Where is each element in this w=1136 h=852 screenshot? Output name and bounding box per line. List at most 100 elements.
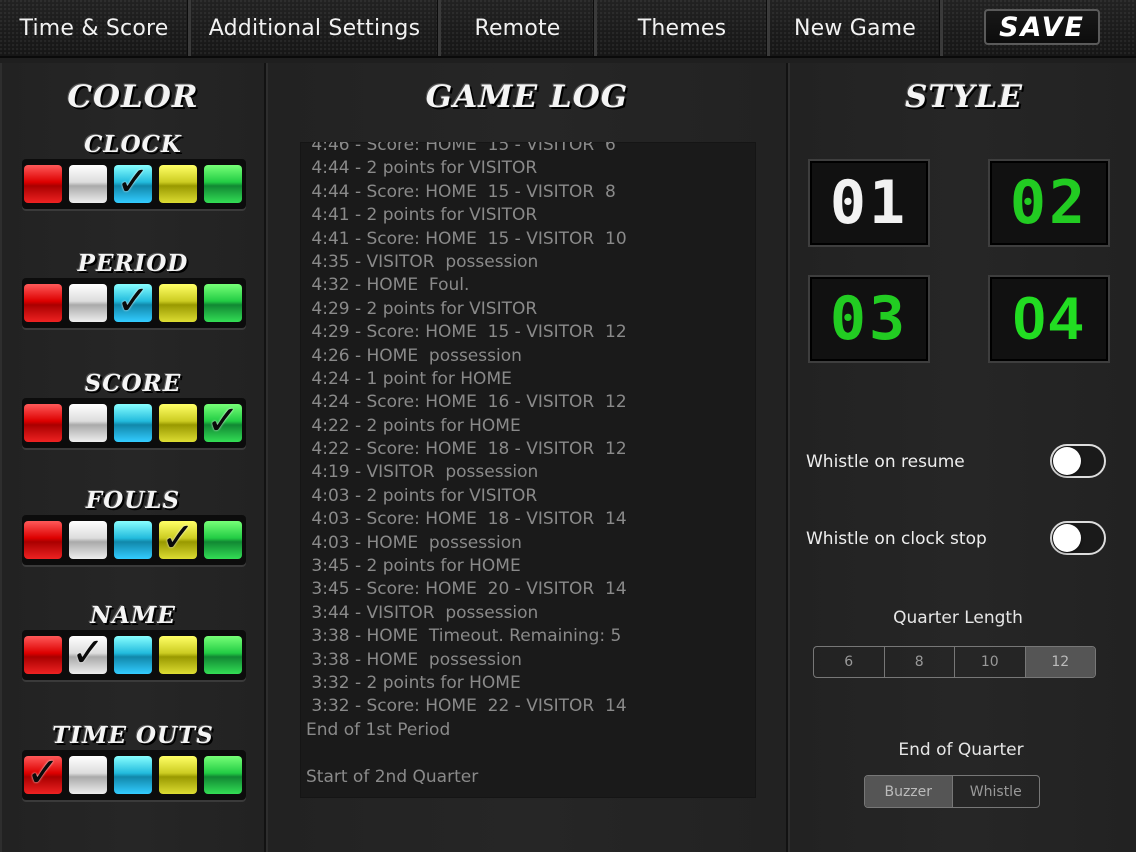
swatch-cyan[interactable] [114,636,152,674]
end-of-quarter-option[interactable]: Buzzer [865,776,953,807]
swatch-red[interactable] [24,284,62,322]
swatch-green[interactable] [204,636,242,674]
color-group-label: CLOCK [84,131,182,158]
swatch-cyan[interactable] [114,756,152,794]
swatch-yellow[interactable]: ✓ [159,515,197,561]
whistle-on-clock-stop-toggle[interactable] [1050,521,1106,555]
whistle-on-resume-toggle[interactable] [1050,444,1106,478]
log-entry: 3:45 - Score: HOME 20 - VISITOR 14 [306,579,627,600]
swatch-yellow[interactable] [159,636,197,674]
swatch-yellow[interactable] [159,284,197,322]
log-entry: End of 1st Period [306,719,451,740]
tab-new-game[interactable]: New Game [770,0,943,56]
tab-time-score[interactable]: Time & Score [0,0,191,56]
swatch-white[interactable] [69,165,107,203]
quarter-length-option[interactable]: 6 [814,647,885,677]
log-entry: 4:41 - Score: HOME 15 - VISITOR 10 [306,228,627,249]
swatch-cyan[interactable]: ✓ [114,159,152,205]
quarter-length-label: Quarter Length [893,608,1023,628]
swatch-white[interactable] [69,284,107,322]
end-of-quarter-label: End of Quarter [898,740,1024,760]
swatch-red[interactable] [24,636,62,674]
whistle-on-resume-row: Whistle on resume [806,442,1106,482]
swatch-red[interactable] [24,165,62,203]
quarter-length-option[interactable]: 10 [955,647,1026,677]
tab-themes[interactable]: Themes [597,0,770,56]
checkmark-icon: ✓ [116,278,150,324]
swatch-yellow[interactable] [159,165,197,203]
whistle-on-resume-label: Whistle on resume [806,452,965,472]
log-entry: 4:29 - Score: HOME 15 - VISITOR 12 [306,322,627,343]
log-entry: 3:38 - HOME Timeout. Remaining: 5 [306,626,622,647]
color-swatch-group: ✓ [22,750,246,800]
swatch-cyan[interactable]: ✓ [114,278,152,324]
swatch-green[interactable] [204,165,242,203]
log-entry: 3:38 - HOME possession [306,649,522,670]
swatch-white[interactable] [69,756,107,794]
swatch-green[interactable] [204,521,242,559]
swatch-yellow[interactable] [159,756,197,794]
checkmark-icon: ✓ [26,750,60,796]
quarter-length-selector: 6 8 10 12 [813,646,1096,678]
toggle-knob [1053,524,1081,552]
swatch-red[interactable] [24,521,62,559]
quarter-length-option[interactable]: 8 [885,647,955,677]
log-entry: 4:46 - Score: HOME 15 - VISITOR 6 [306,142,616,155]
game-log-title: GAME LOG [425,79,629,115]
style-option-1[interactable]: 01 [808,159,930,247]
swatch-cyan[interactable] [114,521,152,559]
color-swatch-group: ✓ [22,159,246,209]
tab-additional-settings[interactable]: Additional Settings [191,0,441,56]
swatch-green[interactable] [204,756,242,794]
color-group-label: FOULS [85,487,181,514]
log-entry: 4:29 - 2 points for VISITOR [306,298,538,319]
whistle-on-clock-stop-label: Whistle on clock stop [806,529,987,549]
color-panel: COLOR CLOCK ✓ PERIOD ✓ SCORE ✓ FOULS ✓ NAME ✓ TIME… [0,63,266,852]
style-option-2[interactable]: 02 [988,159,1110,247]
style-number-3: 03 [829,284,909,354]
game-log-list[interactable]: 4:46 - Score: HOME 15 - VISITOR 6 4:44 -… [300,142,756,798]
swatch-red[interactable]: ✓ [24,750,62,796]
log-entry: 4:41 - 2 points for VISITOR [306,205,538,226]
log-entry: 3:45 - 2 points for HOME [306,556,521,577]
style-number-1: 01 [829,168,909,238]
log-entry: 4:03 - HOME possession [306,532,522,553]
color-swatch-group: ✓ [22,515,246,565]
log-entry: 4:19 - VISITOR possession [306,462,539,483]
color-swatch-group: ✓ [22,278,246,328]
swatch-cyan[interactable] [114,404,152,442]
log-entry: 4:22 - 2 points for HOME [306,415,521,436]
save-button[interactable]: SAVE [984,9,1100,45]
swatch-white[interactable]: ✓ [69,630,107,676]
tab-remote[interactable]: Remote [441,0,597,56]
checkmark-icon: ✓ [116,159,150,205]
swatch-green[interactable]: ✓ [204,398,242,444]
end-of-quarter-selector: Buzzer Whistle [864,775,1040,808]
quarter-length-option[interactable]: 12 [1025,647,1095,677]
top-tab-bar: Time & Score Additional Settings Remote … [0,0,1136,58]
checkmark-icon: ✓ [71,630,105,676]
color-group-label: SCORE [84,370,182,397]
style-option-4[interactable]: 04 [988,275,1110,363]
swatch-white[interactable] [69,404,107,442]
swatch-yellow[interactable] [159,404,197,442]
end-of-quarter-option[interactable]: Whistle [953,776,1040,807]
log-entry: 4:35 - VISITOR possession [306,251,539,272]
log-entry [300,742,756,765]
checkmark-icon: ✓ [206,398,240,444]
whistle-on-clock-stop-row: Whistle on clock stop [806,519,1106,559]
style-option-3[interactable]: 03 [808,275,930,363]
log-entry: 4:24 - 1 point for HOME [306,368,512,389]
log-entry: 3:32 - 2 points for HOME [306,672,521,693]
swatch-red[interactable] [24,404,62,442]
swatch-green[interactable] [204,284,242,322]
log-entry: Start of 2nd Quarter [306,766,479,787]
log-entry: 3:32 - Score: HOME 22 - VISITOR 14 [306,696,627,717]
color-group-label: PERIOD [77,250,189,277]
log-entry: 4:44 - 2 points for VISITOR [306,158,538,179]
swatch-white[interactable] [69,521,107,559]
checkmark-icon: ✓ [161,515,195,561]
color-group-label: NAME [90,602,176,629]
log-entry: 4:03 - 2 points for VISITOR [306,485,538,506]
log-entry: 4:26 - HOME possession [306,345,522,366]
